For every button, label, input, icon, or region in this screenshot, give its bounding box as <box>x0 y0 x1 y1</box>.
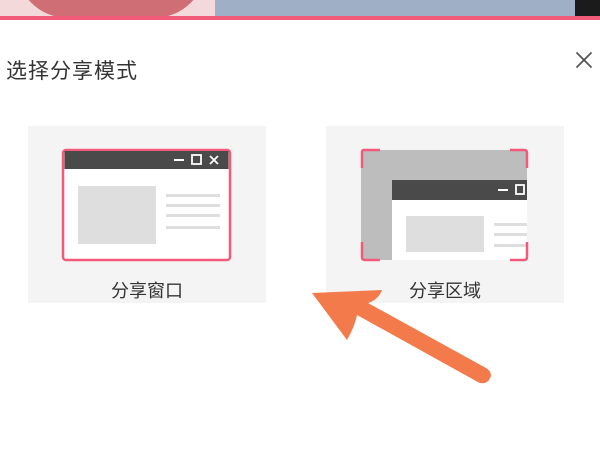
dialog-title: 选择分享模式 <box>6 59 138 83</box>
share-window-label: 分享窗口 <box>111 281 183 302</box>
accent-line <box>0 16 600 20</box>
share-region-label: 分享区域 <box>409 281 481 302</box>
close-icon <box>576 52 592 68</box>
background-strip <box>0 0 600 22</box>
close-button[interactable] <box>572 48 596 72</box>
share-mode-dialog-screen: 选择分享模式 分享窗口 分享区域 <box>0 0 600 450</box>
